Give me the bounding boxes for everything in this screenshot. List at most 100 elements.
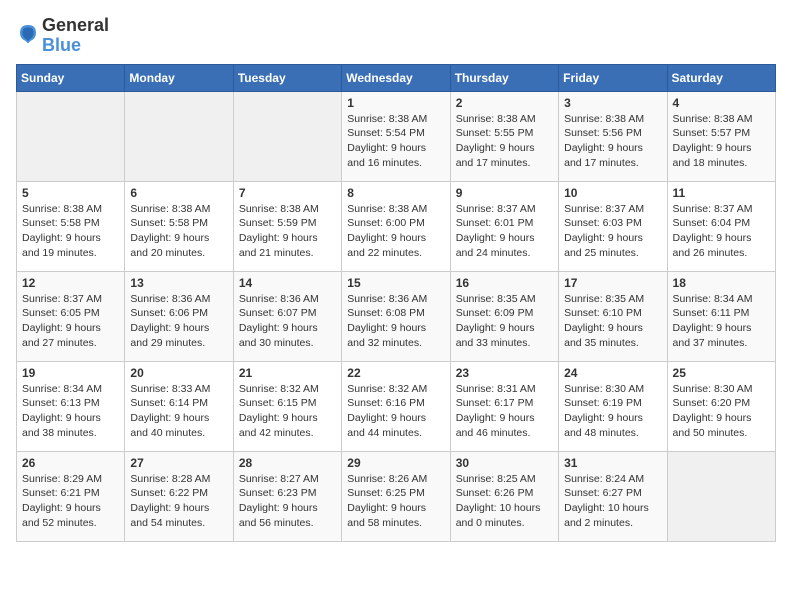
calendar-cell: 6 Sunrise: 8:38 AM Sunset: 5:58 PM Daylig… <box>125 181 233 271</box>
day-info: Sunrise: 8:32 AM Sunset: 6:16 PM Dayligh… <box>347 382 444 441</box>
calendar-week-row: 12 Sunrise: 8:37 AM Sunset: 6:05 PM Dayli… <box>17 271 776 361</box>
calendar-cell <box>233 91 341 181</box>
calendar-cell: 15Sunrise: 8:36 AM Sunset: 6:08 PM Dayli… <box>342 271 450 361</box>
day-number: 13 <box>130 276 227 290</box>
calendar-table: SundayMondayTuesdayWednesdayThursdayFrid… <box>16 64 776 542</box>
day-number: 27 <box>130 456 227 470</box>
day-number: 6 <box>130 186 227 200</box>
day-info: Sunrise: 8:29 AM Sunset: 6:21 PM Dayligh… <box>22 472 119 531</box>
calendar-cell: 8Sunrise: 8:38 AM Sunset: 6:00 PM Daylig… <box>342 181 450 271</box>
calendar-week-row: 19 Sunrise: 8:34 AM Sunset: 6:13 PM Dayli… <box>17 361 776 451</box>
day-number: 8 <box>347 186 444 200</box>
day-number: 12 <box>22 276 119 290</box>
day-number: 4 <box>673 96 770 110</box>
day-number: 15 <box>347 276 444 290</box>
day-info: Sunrise: 8:38 AM Sunset: 5:59 PM Dayligh… <box>239 202 336 261</box>
day-info: Sunrise: 8:24 AM Sunset: 6:27 PM Dayligh… <box>564 472 661 531</box>
logo-text: General Blue <box>42 16 109 56</box>
calendar-cell: 12 Sunrise: 8:37 AM Sunset: 6:05 PM Dayli… <box>17 271 125 361</box>
day-info: Sunrise: 8:34 AM Sunset: 6:13 PM Dayligh… <box>22 382 119 441</box>
day-info: Sunrise: 8:37 AM Sunset: 6:01 PM Dayligh… <box>456 202 553 261</box>
calendar-cell: 24 Sunrise: 8:30 AM Sunset: 6:19 PM Dayli… <box>559 361 667 451</box>
calendar-cell: 27Sunrise: 8:28 AM Sunset: 6:22 PM Dayli… <box>125 451 233 541</box>
day-number: 11 <box>673 186 770 200</box>
day-number: 21 <box>239 366 336 380</box>
day-number: 9 <box>456 186 553 200</box>
calendar-cell: 30Sunrise: 8:25 AM Sunset: 6:26 PM Dayli… <box>450 451 558 541</box>
day-number: 24 <box>564 366 661 380</box>
calendar-week-row: 5 Sunrise: 8:38 AM Sunset: 5:58 PM Daylig… <box>17 181 776 271</box>
day-info: Sunrise: 8:38 AM Sunset: 5:54 PM Dayligh… <box>347 112 444 171</box>
calendar-cell: 1Sunrise: 8:38 AM Sunset: 5:54 PM Daylig… <box>342 91 450 181</box>
calendar-cell <box>17 91 125 181</box>
day-number: 20 <box>130 366 227 380</box>
calendar-cell: 17 Sunrise: 8:35 AM Sunset: 6:10 PM Dayli… <box>559 271 667 361</box>
day-number: 14 <box>239 276 336 290</box>
day-info: Sunrise: 8:35 AM Sunset: 6:10 PM Dayligh… <box>564 292 661 351</box>
calendar-cell <box>667 451 775 541</box>
day-number: 23 <box>456 366 553 380</box>
day-info: Sunrise: 8:26 AM Sunset: 6:25 PM Dayligh… <box>347 472 444 531</box>
calendar-cell: 14 Sunrise: 8:36 AM Sunset: 6:07 PM Dayli… <box>233 271 341 361</box>
day-info: Sunrise: 8:37 AM Sunset: 6:04 PM Dayligh… <box>673 202 770 261</box>
day-number: 30 <box>456 456 553 470</box>
day-info: Sunrise: 8:27 AM Sunset: 6:23 PM Dayligh… <box>239 472 336 531</box>
weekday-header: Tuesday <box>233 64 341 91</box>
day-number: 18 <box>673 276 770 290</box>
day-number: 2 <box>456 96 553 110</box>
calendar-cell: 10Sunrise: 8:37 AM Sunset: 6:03 PM Dayli… <box>559 181 667 271</box>
day-info: Sunrise: 8:31 AM Sunset: 6:17 PM Dayligh… <box>456 382 553 441</box>
day-info: Sunrise: 8:30 AM Sunset: 6:19 PM Dayligh… <box>564 382 661 441</box>
day-info: Sunrise: 8:38 AM Sunset: 5:58 PM Dayligh… <box>22 202 119 261</box>
day-number: 7 <box>239 186 336 200</box>
calendar-week-row: 1Sunrise: 8:38 AM Sunset: 5:54 PM Daylig… <box>17 91 776 181</box>
calendar-cell: 18 Sunrise: 8:34 AM Sunset: 6:11 PM Dayli… <box>667 271 775 361</box>
day-info: Sunrise: 8:38 AM Sunset: 5:55 PM Dayligh… <box>456 112 553 171</box>
calendar-cell: 16Sunrise: 8:35 AM Sunset: 6:09 PM Dayli… <box>450 271 558 361</box>
weekday-header: Saturday <box>667 64 775 91</box>
calendar-cell: 23 Sunrise: 8:31 AM Sunset: 6:17 PM Dayli… <box>450 361 558 451</box>
day-info: Sunrise: 8:30 AM Sunset: 6:20 PM Dayligh… <box>673 382 770 441</box>
day-info: Sunrise: 8:36 AM Sunset: 6:07 PM Dayligh… <box>239 292 336 351</box>
calendar-cell: 9 Sunrise: 8:37 AM Sunset: 6:01 PM Daylig… <box>450 181 558 271</box>
weekday-header: Sunday <box>17 64 125 91</box>
day-number: 25 <box>673 366 770 380</box>
day-info: Sunrise: 8:38 AM Sunset: 5:56 PM Dayligh… <box>564 112 661 171</box>
logo: General Blue <box>16 16 109 56</box>
calendar-cell: 7 Sunrise: 8:38 AM Sunset: 5:59 PM Daylig… <box>233 181 341 271</box>
calendar-cell <box>125 91 233 181</box>
calendar-cell: 11 Sunrise: 8:37 AM Sunset: 6:04 PM Dayli… <box>667 181 775 271</box>
day-number: 28 <box>239 456 336 470</box>
day-number: 10 <box>564 186 661 200</box>
calendar-cell: 3 Sunrise: 8:38 AM Sunset: 5:56 PM Daylig… <box>559 91 667 181</box>
day-info: Sunrise: 8:36 AM Sunset: 6:06 PM Dayligh… <box>130 292 227 351</box>
day-number: 5 <box>22 186 119 200</box>
day-info: Sunrise: 8:38 AM Sunset: 5:57 PM Dayligh… <box>673 112 770 171</box>
calendar-cell: 26 Sunrise: 8:29 AM Sunset: 6:21 PM Dayli… <box>17 451 125 541</box>
day-number: 29 <box>347 456 444 470</box>
day-number: 17 <box>564 276 661 290</box>
weekday-header: Thursday <box>450 64 558 91</box>
weekday-header: Friday <box>559 64 667 91</box>
calendar-week-row: 26 Sunrise: 8:29 AM Sunset: 6:21 PM Dayli… <box>17 451 776 541</box>
day-info: Sunrise: 8:37 AM Sunset: 6:05 PM Dayligh… <box>22 292 119 351</box>
weekday-header: Wednesday <box>342 64 450 91</box>
day-number: 26 <box>22 456 119 470</box>
calendar-cell: 29 Sunrise: 8:26 AM Sunset: 6:25 PM Dayli… <box>342 451 450 541</box>
calendar-cell: 5 Sunrise: 8:38 AM Sunset: 5:58 PM Daylig… <box>17 181 125 271</box>
day-info: Sunrise: 8:38 AM Sunset: 5:58 PM Dayligh… <box>130 202 227 261</box>
day-number: 19 <box>22 366 119 380</box>
day-number: 31 <box>564 456 661 470</box>
calendar-cell: 22Sunrise: 8:32 AM Sunset: 6:16 PM Dayli… <box>342 361 450 451</box>
calendar-cell: 4 Sunrise: 8:38 AM Sunset: 5:57 PM Daylig… <box>667 91 775 181</box>
page-header: General Blue <box>16 16 776 56</box>
weekday-header-row: SundayMondayTuesdayWednesdayThursdayFrid… <box>17 64 776 91</box>
day-info: Sunrise: 8:34 AM Sunset: 6:11 PM Dayligh… <box>673 292 770 351</box>
day-number: 3 <box>564 96 661 110</box>
day-info: Sunrise: 8:32 AM Sunset: 6:15 PM Dayligh… <box>239 382 336 441</box>
weekday-header: Monday <box>125 64 233 91</box>
calendar-cell: 28 Sunrise: 8:27 AM Sunset: 6:23 PM Dayli… <box>233 451 341 541</box>
logo-icon <box>16 21 40 45</box>
calendar-cell: 19 Sunrise: 8:34 AM Sunset: 6:13 PM Dayli… <box>17 361 125 451</box>
calendar-cell: 25 Sunrise: 8:30 AM Sunset: 6:20 PM Dayli… <box>667 361 775 451</box>
